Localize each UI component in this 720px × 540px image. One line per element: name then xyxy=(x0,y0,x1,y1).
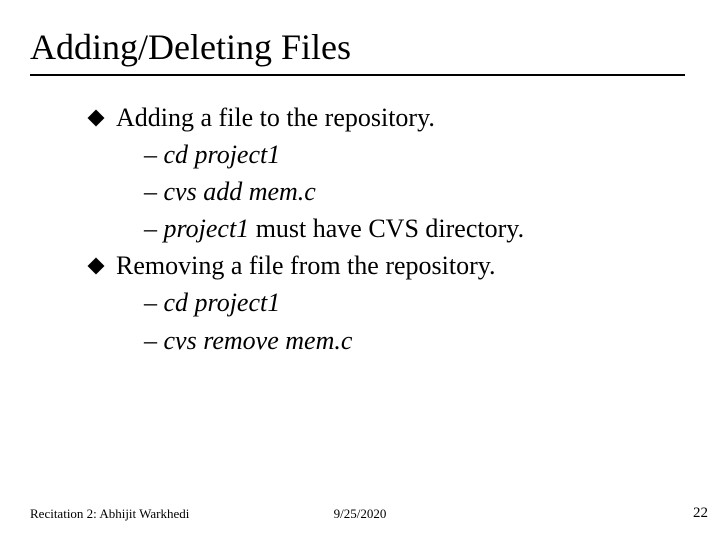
bullet-l2: – cvs remove mem.c xyxy=(90,323,660,358)
bullet-text: Adding a file to the repository. xyxy=(116,103,435,132)
diamond-icon xyxy=(88,109,105,126)
bullet-text: cvs add mem.c xyxy=(164,177,316,206)
bullet-text: Removing a file from the repository. xyxy=(116,251,496,280)
dash-icon: – xyxy=(144,214,157,243)
dash-icon: – xyxy=(144,288,157,317)
slide: Adding/Deleting Files Adding a file to t… xyxy=(0,0,720,540)
slide-number: 22 xyxy=(693,505,708,522)
bullet-l2: – project1 must have CVS directory. xyxy=(90,211,660,246)
bullet-text: cd project1 xyxy=(164,140,281,169)
bullet-l2: – cd project1 xyxy=(90,137,660,172)
bullet-rest: must have CVS directory. xyxy=(249,214,524,243)
bullet-l2: – cd project1 xyxy=(90,285,660,320)
bullet-text: cd project1 xyxy=(164,288,281,317)
dash-icon: – xyxy=(144,177,157,206)
slide-title: Adding/Deleting Files xyxy=(30,28,640,68)
footer-date: 9/25/2020 xyxy=(0,506,720,522)
bullet-italic: project1 xyxy=(164,214,250,243)
bullet-l1: Removing a file from the repository. xyxy=(90,248,660,283)
title-area: Adding/Deleting Files xyxy=(30,28,640,76)
slide-body: Adding a file to the repository. – cd pr… xyxy=(90,100,660,360)
bullet-l2: – cvs add mem.c xyxy=(90,174,660,209)
dash-icon: – xyxy=(144,140,157,169)
bullet-l1: Adding a file to the repository. xyxy=(90,100,660,135)
diamond-icon xyxy=(88,258,105,275)
dash-icon: – xyxy=(144,326,157,355)
bullet-text: cvs remove mem.c xyxy=(164,326,353,355)
title-underline xyxy=(30,74,685,76)
